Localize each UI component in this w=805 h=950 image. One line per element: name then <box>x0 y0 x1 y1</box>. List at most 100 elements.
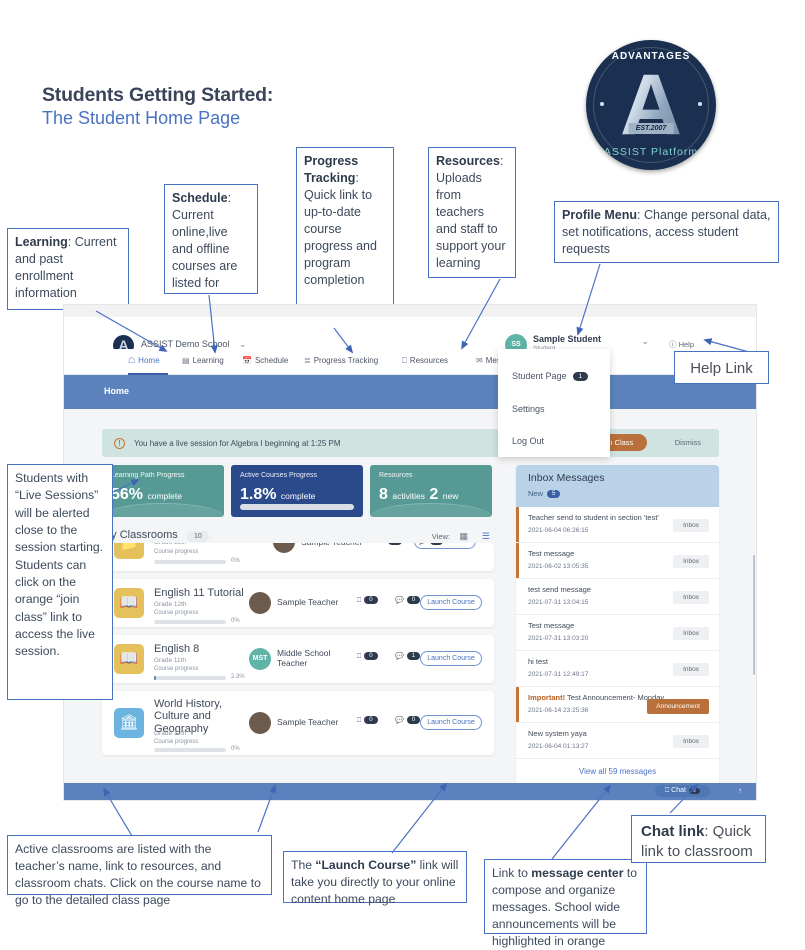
bars-icon: ≣ <box>304 356 311 365</box>
monitor-icon: ⎕ <box>381 543 385 545</box>
chat-label: Chat <box>671 787 686 794</box>
table-row[interactable]: 📖 English 11 Tutorial Grade 12th Course … <box>102 579 494 627</box>
avatar <box>249 712 271 734</box>
chats-count-badge: 1 <box>406 652 421 660</box>
menu-item-log-out[interactable]: Log Out <box>512 436 544 446</box>
list-item[interactable]: Important! Test Announcement- Monday 202… <box>516 687 719 723</box>
course-name[interactable]: English 11 Tutorial <box>154 587 244 599</box>
nav-item-learning[interactable]: ▤ Learning <box>182 356 224 365</box>
message-action-button[interactable]: Inbox <box>673 591 709 604</box>
course-chats-count[interactable]: 💬0 <box>395 596 421 604</box>
folder-icon: 📁 <box>114 543 144 559</box>
calendar-icon: 📅 <box>242 356 252 365</box>
callout-live-text: Students with “Live Sessions” will be al… <box>15 471 104 659</box>
logo-est: EST.2007 <box>628 123 674 134</box>
course-teacher: Sample Teacher <box>277 717 339 727</box>
course-progress-label: Course progress <box>154 549 199 555</box>
stat-number: 1.8% <box>240 486 277 503</box>
card-wave <box>370 503 492 517</box>
list-item[interactable]: Test message 2021-07-31 13:03:20 Inbox <box>516 615 719 651</box>
inbox-new: New 5 <box>528 489 561 498</box>
list-item[interactable]: Teacher send to student in section 'test… <box>516 507 719 543</box>
course-resources-count[interactable]: ⎕0 <box>381 543 402 546</box>
book-glyph: 📖 <box>119 650 139 667</box>
course-chats-count[interactable]: 💬0 <box>395 716 421 724</box>
callout-launch-pre: The <box>291 858 316 872</box>
menu-item-student-page[interactable]: Student Page 1 <box>512 371 589 381</box>
callout-progress-label: Progress Tracking <box>304 154 359 185</box>
book-glyph: 📖 <box>119 594 139 611</box>
table-row[interactable]: 🏛 World History, Culture and Geography G… <box>102 691 494 755</box>
stat-card-learning-path[interactable]: Learning Path Progress 56% complete <box>102 465 224 517</box>
stat-unit-2: new <box>442 491 459 501</box>
avatar <box>249 592 271 614</box>
stat-unit: complete <box>280 491 316 501</box>
list-item[interactable]: Test message 2021-06-02 13:05:35 Inbox <box>516 543 719 579</box>
message-subject: New system yaya <box>528 729 587 738</box>
browser-strip <box>64 305 756 317</box>
callout-classrooms: Active classrooms are listed with the te… <box>7 835 272 907</box>
arrow-up-icon[interactable]: ↑ <box>738 786 742 795</box>
list-item[interactable]: test send message 2021-07-31 13:04:15 In… <box>516 579 719 615</box>
dismiss-button[interactable]: Dismiss <box>675 438 701 447</box>
profile-name: Sample Student <box>533 334 602 344</box>
app-header: A ASSIST Demo School ⌄ SS Sample Student… <box>64 317 756 356</box>
course-progress-pct: 0% <box>231 746 240 752</box>
course-name[interactable]: English 8 <box>154 643 199 655</box>
view-all-messages-link[interactable]: View all 59 messages <box>516 759 719 785</box>
launch-course-button[interactable]: Launch Course <box>420 595 482 610</box>
list-item[interactable]: New system yaya 2021-06-04 01:13:27 Inbo… <box>516 723 719 759</box>
chat-button[interactable]: ⎕ Chat 0 <box>654 785 710 797</box>
table-row[interactable]: 📖 English 8 Grade 11th Course progress 2… <box>102 635 494 683</box>
stat-card-active-courses[interactable]: Active Courses Progress 1.8% complete <box>231 465 363 517</box>
message-action-button[interactable]: Inbox <box>673 519 709 532</box>
message-action-button[interactable]: Inbox <box>673 555 709 568</box>
launch-course-button[interactable]: Launch Course <box>414 543 476 549</box>
launch-course-button[interactable]: Launch Course <box>420 651 482 666</box>
nav-item-schedule[interactable]: 📅 Schedule <box>242 356 288 365</box>
table-row[interactable]: 📁 Grade 12th Course progress 0% Sample T… <box>102 543 494 571</box>
course-progress-bar <box>154 748 226 752</box>
callout-learning-label: Learning <box>15 235 68 249</box>
course-progress-fill <box>154 676 157 680</box>
stat-number: 56% <box>111 486 144 503</box>
chat-icon: ⎕ <box>664 787 670 794</box>
view-list-icon[interactable]: ☰ <box>482 531 490 542</box>
nav-item-resources[interactable]: ⎕ Resources <box>402 356 448 366</box>
nav-item-home[interactable]: ☖ Home <box>128 356 160 365</box>
message-action-button[interactable]: Inbox <box>673 663 709 676</box>
course-resources-count[interactable]: ⎕0 <box>357 652 378 661</box>
callout-schedule: Schedule: Current online,live and offlin… <box>164 184 258 294</box>
alert-text: You have a live session for Algebra I be… <box>134 439 341 448</box>
list-item[interactable]: hi test 2021-07-31 12:49:17 Inbox <box>516 651 719 687</box>
course-chats-count[interactable]: 💬 1 <box>395 652 421 660</box>
help-icon: ⓘ <box>669 340 677 349</box>
inbox-messages-panel: Inbox Messages New 5 Teacher send to stud… <box>516 465 719 785</box>
classrooms-title: My Classrooms <box>102 529 178 541</box>
message-action-button[interactable]: Inbox <box>673 735 709 748</box>
callout-progress-tracking: Progress Tracking: Quick link to up-to-d… <box>296 147 394 327</box>
message-date: 2021-06-04 01:13:27 <box>528 743 589 750</box>
chat-count-badge: 0 <box>688 788 700 794</box>
course-progress-label: Course progress <box>154 666 199 672</box>
message-action-button[interactable]: Announcement <box>647 699 709 714</box>
stat-card-resources[interactable]: Resources 8 activities 2 new <box>370 465 492 517</box>
menu-item-settings[interactable]: Settings <box>512 404 545 414</box>
message-action-button[interactable]: Inbox <box>673 627 709 640</box>
callout-launch-label: “Launch Course” <box>315 858 417 872</box>
folder-glyph: 📁 <box>119 543 139 552</box>
launch-course-button[interactable]: Launch Course <box>420 715 482 730</box>
nav-item-progress-tracking[interactable]: ≣ Progress Tracking <box>304 356 378 365</box>
logo-letter: A <box>619 57 683 153</box>
unread-accent <box>516 543 519 578</box>
course-resources-count[interactable]: ⎕0 <box>357 716 378 725</box>
message-subject: Teacher send to student in section 'test… <box>528 513 659 522</box>
course-resources-count[interactable]: ⎕0 <box>357 596 378 605</box>
course-grade: Grade 12th <box>154 601 187 608</box>
view-grid-icon[interactable]: ▦ <box>459 531 468 542</box>
scrollbar[interactable] <box>753 555 755 675</box>
profile-chevron-down-icon[interactable]: ⌄ <box>641 336 649 347</box>
inbox-new-count: 5 <box>547 490 561 498</box>
stat-number-2: 2 <box>429 486 439 503</box>
chat-icon: 💬 <box>395 653 404 660</box>
